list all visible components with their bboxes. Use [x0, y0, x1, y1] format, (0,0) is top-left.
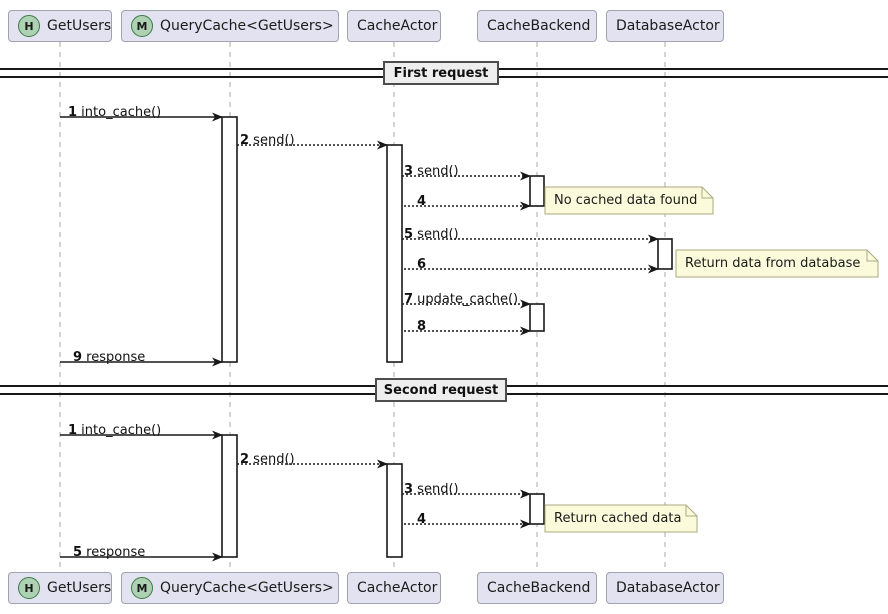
activation-bar-cachebackend — [529, 175, 545, 207]
message-sequence-number: 8 — [417, 319, 427, 334]
message-text: response — [82, 350, 146, 365]
message-label-10: 1 into_cache() — [68, 424, 161, 437]
note-return-cached: Return cached data — [554, 511, 682, 526]
participant-cachebackend-bottom[interactable]: CacheBackend — [477, 572, 597, 604]
participant-databaseactor-top[interactable]: DatabaseActor — [606, 10, 724, 42]
participant-label: DatabaseActor — [616, 18, 720, 34]
message-text: send() — [413, 227, 459, 242]
diagram-vector-layer — [0, 42, 888, 570]
message-text: into_cache() — [77, 423, 162, 438]
participant-label: GetUsers — [47, 580, 112, 596]
message-label-14: 5 response — [73, 546, 145, 559]
activation-bar-cacheactor — [386, 144, 403, 363]
message-text: send() — [413, 482, 459, 497]
divider-label-first: First request — [383, 61, 499, 85]
activation-bar-querycache — [221, 434, 238, 558]
stereotype-circle-icon-getusers-bottom: H — [18, 577, 40, 599]
message-label-12: 3 send() — [404, 483, 459, 496]
message-sequence-number: 7 — [404, 292, 414, 307]
message-label-8: 8 — [417, 320, 426, 333]
message-sequence-number: 3 — [404, 482, 414, 497]
participant-label: CacheBackend — [487, 18, 591, 34]
participant-label: DatabaseActor — [616, 580, 720, 596]
message-sequence-number: 6 — [417, 257, 427, 272]
message-sequence-number: 3 — [404, 164, 414, 179]
message-sequence-number: 4 — [417, 194, 427, 209]
message-label-9: 9 response — [73, 351, 145, 364]
message-sequence-number: 1 — [68, 105, 78, 120]
note-no-cached-data: No cached data found — [554, 193, 698, 208]
message-sequence-number: 9 — [73, 350, 83, 365]
divider-label-second: Second request — [375, 378, 507, 402]
participant-label: CacheActor — [357, 18, 438, 34]
message-sequence-number: 2 — [240, 452, 250, 467]
participant-cacheactor-top[interactable]: CacheActor — [347, 10, 441, 42]
message-sequence-number: 1 — [68, 423, 78, 438]
activation-bar-databaseactor — [657, 238, 673, 270]
participant-label: QueryCache<GetUsers> — [160, 580, 334, 596]
message-label-13: 4 — [417, 513, 426, 526]
stereotype-circle-icon-getusers-top: H — [18, 15, 40, 37]
stereotype-circle-icon-querycache-top: M — [131, 15, 153, 37]
message-text: into_cache() — [77, 105, 162, 120]
message-text: send() — [413, 164, 459, 179]
activation-bar-cachebackend — [529, 493, 545, 525]
message-label-1: 1 into_cache() — [68, 106, 161, 119]
participant-label: CacheBackend — [487, 580, 591, 596]
sequence-diagram-canvas: H GetUsers M QueryCache<GetUsers> CacheActor… — [0, 0, 888, 614]
participant-getusers-top[interactable]: H GetUsers — [8, 10, 112, 42]
message-text: response — [82, 545, 146, 560]
stereotype-circle-icon-querycache-bottom: M — [131, 577, 153, 599]
participant-querycache-top[interactable]: M QueryCache<GetUsers> — [121, 10, 339, 42]
message-label-11: 2 send() — [240, 453, 295, 466]
message-label-2: 2 send() — [240, 134, 295, 147]
lifelines-group — [59, 42, 666, 570]
participant-label: QueryCache<GetUsers> — [160, 18, 334, 34]
message-sequence-number: 5 — [73, 545, 83, 560]
message-label-5: 5 send() — [404, 228, 459, 241]
participant-cacheactor-bottom[interactable]: CacheActor — [347, 572, 441, 604]
message-label-3: 3 send() — [404, 165, 459, 178]
participant-databaseactor-bottom[interactable]: DatabaseActor — [606, 572, 724, 604]
arrows-group — [60, 112, 659, 562]
message-sequence-number: 4 — [417, 512, 427, 527]
message-sequence-number: 2 — [240, 133, 250, 148]
message-text: send() — [249, 133, 295, 148]
participant-querycache-bottom[interactable]: M QueryCache<GetUsers> — [121, 572, 339, 604]
message-text: send() — [249, 452, 295, 467]
note-return-db: Return data from database — [685, 256, 861, 271]
message-sequence-number: 5 — [404, 227, 414, 242]
message-text: update_cache() — [413, 292, 519, 307]
activation-bar-querycache — [221, 116, 238, 363]
participant-label: CacheActor — [357, 580, 438, 596]
participant-cachebackend-top[interactable]: CacheBackend — [477, 10, 597, 42]
activation-bar-cacheactor — [386, 463, 403, 558]
message-label-7: 7 update_cache() — [404, 293, 518, 306]
activation-bar-cachebackend — [529, 303, 545, 332]
message-label-4: 4 — [417, 195, 426, 208]
participant-label: GetUsers — [47, 18, 112, 34]
message-label-6: 6 — [417, 258, 426, 271]
participant-getusers-bottom[interactable]: H GetUsers — [8, 572, 112, 604]
